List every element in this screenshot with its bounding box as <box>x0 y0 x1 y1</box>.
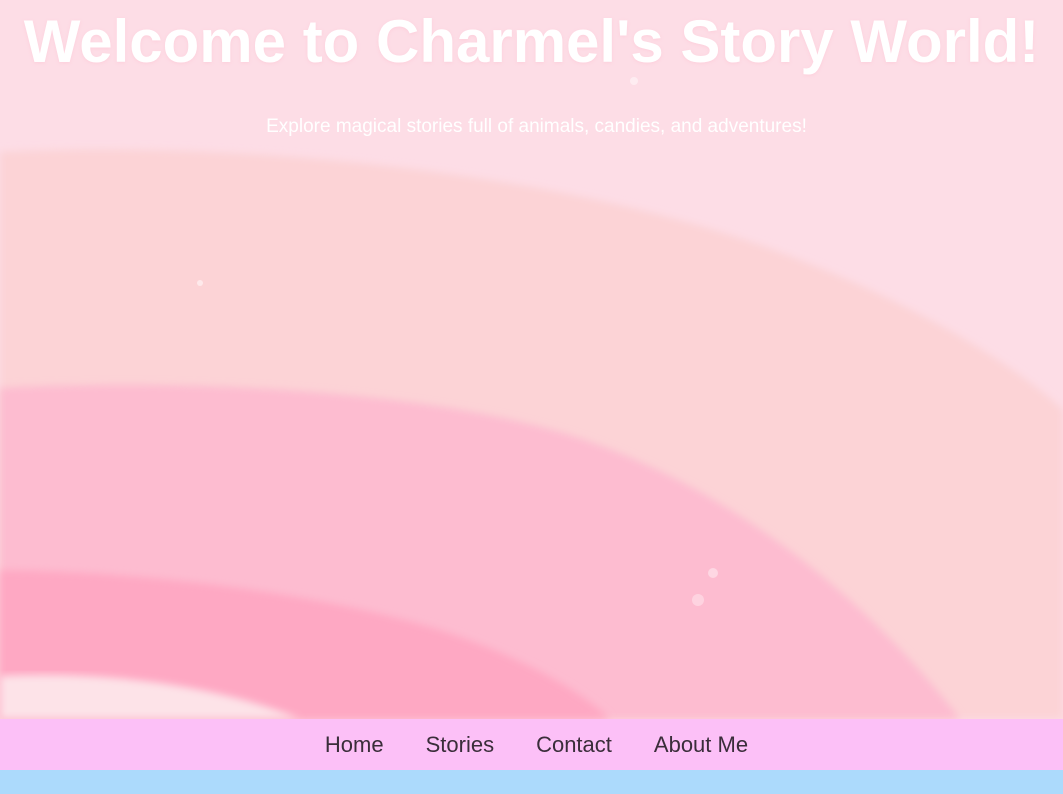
main-navigation: Home Stories Contact About Me <box>0 719 1063 770</box>
sparkle-dot <box>708 568 718 578</box>
content-section-top <box>0 770 1063 794</box>
nav-link-home[interactable]: Home <box>325 732 384 758</box>
nav-link-about-me[interactable]: About Me <box>654 732 748 758</box>
rainbow-background <box>0 0 1063 719</box>
sparkle-dot <box>197 280 203 286</box>
page-subtitle: Explore magical stories full of animals,… <box>266 116 807 137</box>
nav-link-stories[interactable]: Stories <box>426 732 494 758</box>
sparkle-dot <box>692 594 704 606</box>
sparkle-dot <box>630 77 638 85</box>
page-title: Welcome to Charmel's Story World! <box>23 8 1040 75</box>
hero-banner: Welcome to Charmel's Story World! Explor… <box>0 0 1063 719</box>
nav-link-contact[interactable]: Contact <box>536 732 612 758</box>
